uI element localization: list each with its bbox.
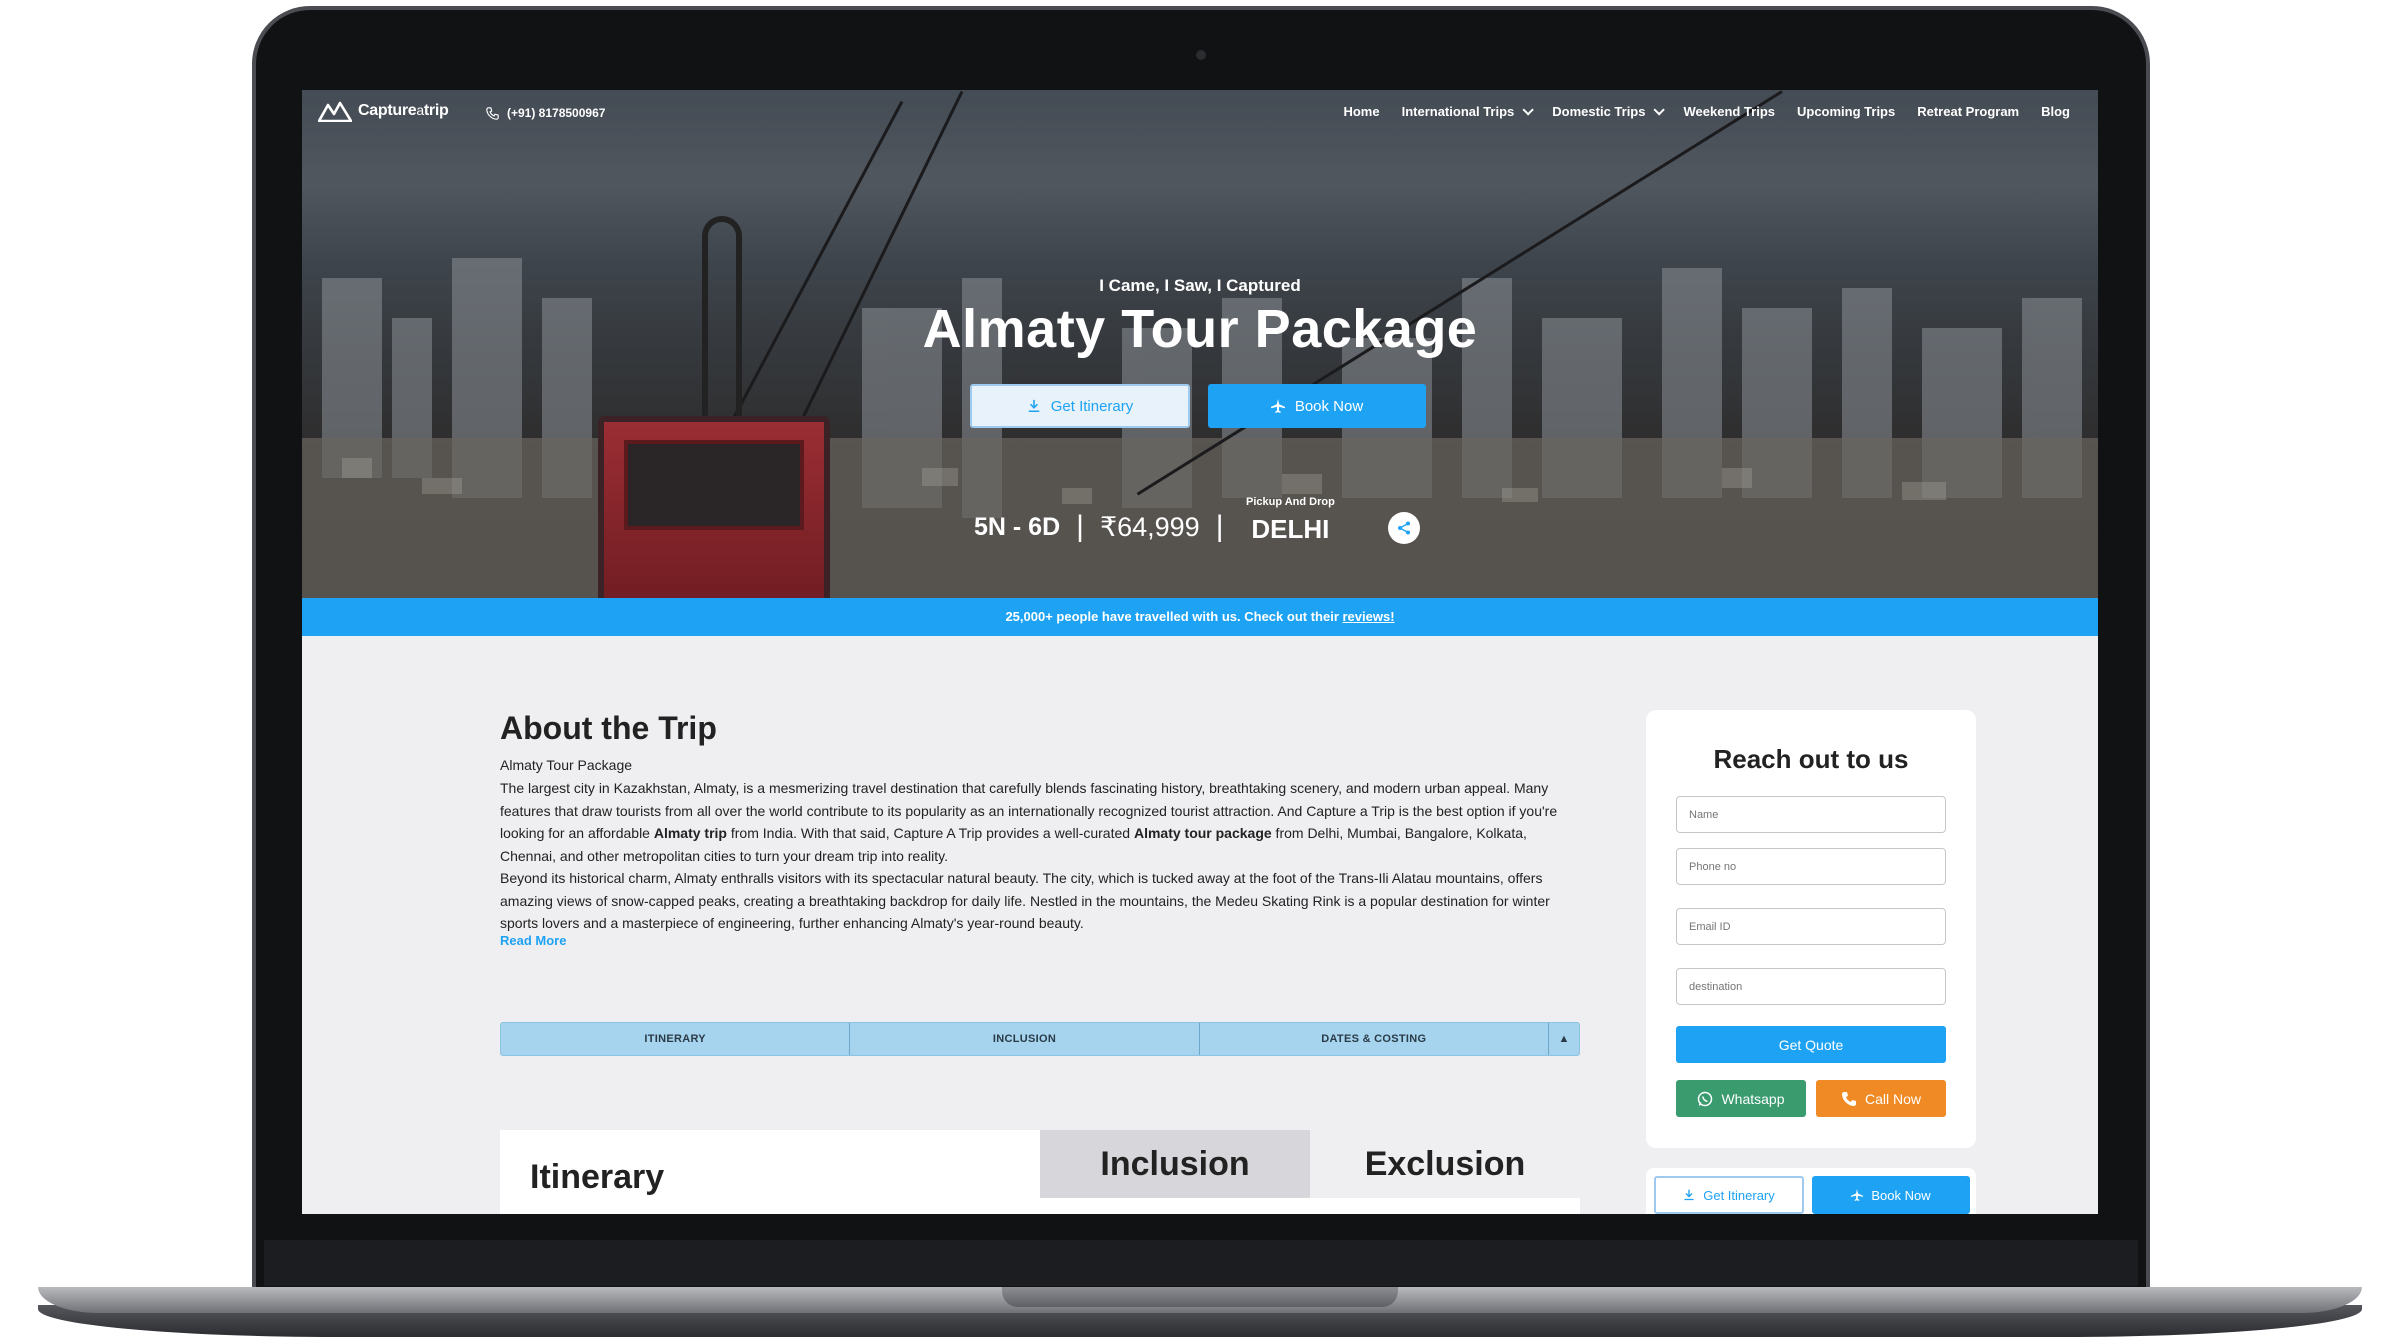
nav-international-trips[interactable]: International Trips	[1402, 103, 1535, 119]
about-subtitle: Almaty Tour Package	[500, 757, 633, 773]
hero-section: Captureatrip (+91) 8178500967 Home Inter…	[302, 90, 2098, 598]
nav-upcoming-trips[interactable]: Upcoming Trips	[1797, 104, 1895, 119]
name-field[interactable]	[1676, 796, 1946, 833]
read-more-link[interactable]: Read More	[500, 933, 566, 948]
chevron-down-icon	[1522, 103, 1535, 116]
inclusion-tab[interactable]: Inclusion	[1040, 1130, 1310, 1198]
itinerary-heading: Itinerary	[530, 1158, 665, 1196]
nav-retreat-program[interactable]: Retreat Program	[1917, 104, 2019, 119]
tab-dates-costing[interactable]: DATES & COSTING	[1200, 1023, 1549, 1055]
main-menu: Home International Trips Domestic Trips …	[1343, 103, 2070, 119]
call-now-button[interactable]: Call Now	[1816, 1080, 1946, 1117]
section-tabs: ITINERARY INCLUSION DATES & COSTING ▲	[500, 1022, 1580, 1056]
trip-summary: 5N - 6D | ₹64,999 |	[974, 510, 1240, 544]
nav-home[interactable]: Home	[1343, 104, 1379, 119]
phone-number: (+91) 8178500967	[507, 106, 606, 120]
reviews-link[interactable]: reviews!	[1343, 609, 1395, 624]
destination-field[interactable]	[1676, 968, 1946, 1005]
enquiry-form: Reach out to us Get Quote Whatsapp Call …	[1646, 710, 1976, 1148]
reviews-banner: 25,000+ people have travelled with us. C…	[302, 598, 2098, 636]
collapse-arrow-icon[interactable]: ▲	[1549, 1023, 1579, 1055]
page-title: Almaty Tour Package	[922, 299, 1478, 359]
whatsapp-icon	[1698, 1091, 1713, 1106]
phone-icon	[486, 106, 499, 120]
separator: |	[1076, 510, 1084, 543]
whatsapp-button[interactable]: Whatsapp	[1676, 1080, 1806, 1117]
pickup-info: Pickup And Drop DELHI	[1246, 496, 1335, 545]
brand-logo[interactable]: Captureatrip	[318, 100, 449, 122]
pickup-label: Pickup And Drop	[1246, 496, 1335, 508]
itinerary-card: Itinerary	[500, 1130, 1040, 1214]
hero-actions: Get Itinerary Book Now	[970, 384, 1426, 428]
trip-price: ₹64,999	[1099, 511, 1200, 542]
brand-name: Captureatrip	[358, 102, 449, 119]
separator: |	[1215, 510, 1224, 543]
about-trip-section: About the Trip Almaty Tour Package The l…	[500, 710, 1580, 950]
hero-tagline: I Came, I Saw, I Captured	[1099, 276, 1301, 295]
form-title: Reach out to us	[1713, 744, 1909, 774]
download-icon	[1028, 399, 1039, 413]
browser-screen: Captureatrip (+91) 8178500967 Home Inter…	[302, 90, 2098, 1214]
airplane-icon	[1851, 1189, 1864, 1201]
get-itinerary-button[interactable]: Get Itinerary	[970, 384, 1190, 428]
mountain-logo-icon	[318, 101, 352, 122]
laptop-bezel-bottom	[264, 1240, 2138, 1286]
download-icon	[1684, 1189, 1694, 1201]
about-description: The largest city in Kazakhstan, Almaty, …	[500, 780, 1558, 931]
about-title: About the Trip	[500, 710, 717, 746]
share-icon	[1398, 521, 1410, 535]
camera-dot	[1196, 50, 1206, 60]
sticky-get-itinerary-button[interactable]: Get Itinerary	[1654, 1176, 1804, 1214]
chevron-down-icon	[1653, 103, 1666, 116]
trip-duration: 5N - 6D	[974, 512, 1061, 541]
share-button[interactable]	[1388, 512, 1420, 544]
sticky-action-bar: Get Itinerary Book Now	[1646, 1168, 1976, 1214]
nav-domestic-trips[interactable]: Domestic Trips	[1552, 103, 1666, 119]
nav-weekend-trips[interactable]: Weekend Trips	[1683, 104, 1775, 119]
gondola-cabin	[598, 416, 830, 598]
airplane-icon	[1270, 399, 1285, 413]
header-phone[interactable]: (+91) 8178500967	[486, 106, 605, 120]
inclusion-panel	[1040, 1198, 1580, 1214]
laptop-notch	[1002, 1287, 1398, 1307]
sticky-book-now-button[interactable]: Book Now	[1812, 1176, 1970, 1214]
phone-field[interactable]	[1676, 848, 1946, 885]
nav-blog[interactable]: Blog	[2041, 104, 2070, 119]
book-now-button[interactable]: Book Now	[1208, 384, 1426, 428]
tab-inclusion[interactable]: INCLUSION	[850, 1023, 1200, 1055]
exclusion-tab[interactable]: Exclusion	[1310, 1130, 1580, 1198]
pickup-city: DELHI	[1251, 514, 1330, 544]
get-quote-button[interactable]: Get Quote	[1676, 1026, 1946, 1063]
top-navigation: Captureatrip (+91) 8178500967 Home Inter…	[302, 90, 2098, 134]
tab-itinerary[interactable]: ITINERARY	[501, 1023, 851, 1055]
email-field[interactable]	[1676, 908, 1946, 945]
phone-icon	[1841, 1091, 1856, 1106]
